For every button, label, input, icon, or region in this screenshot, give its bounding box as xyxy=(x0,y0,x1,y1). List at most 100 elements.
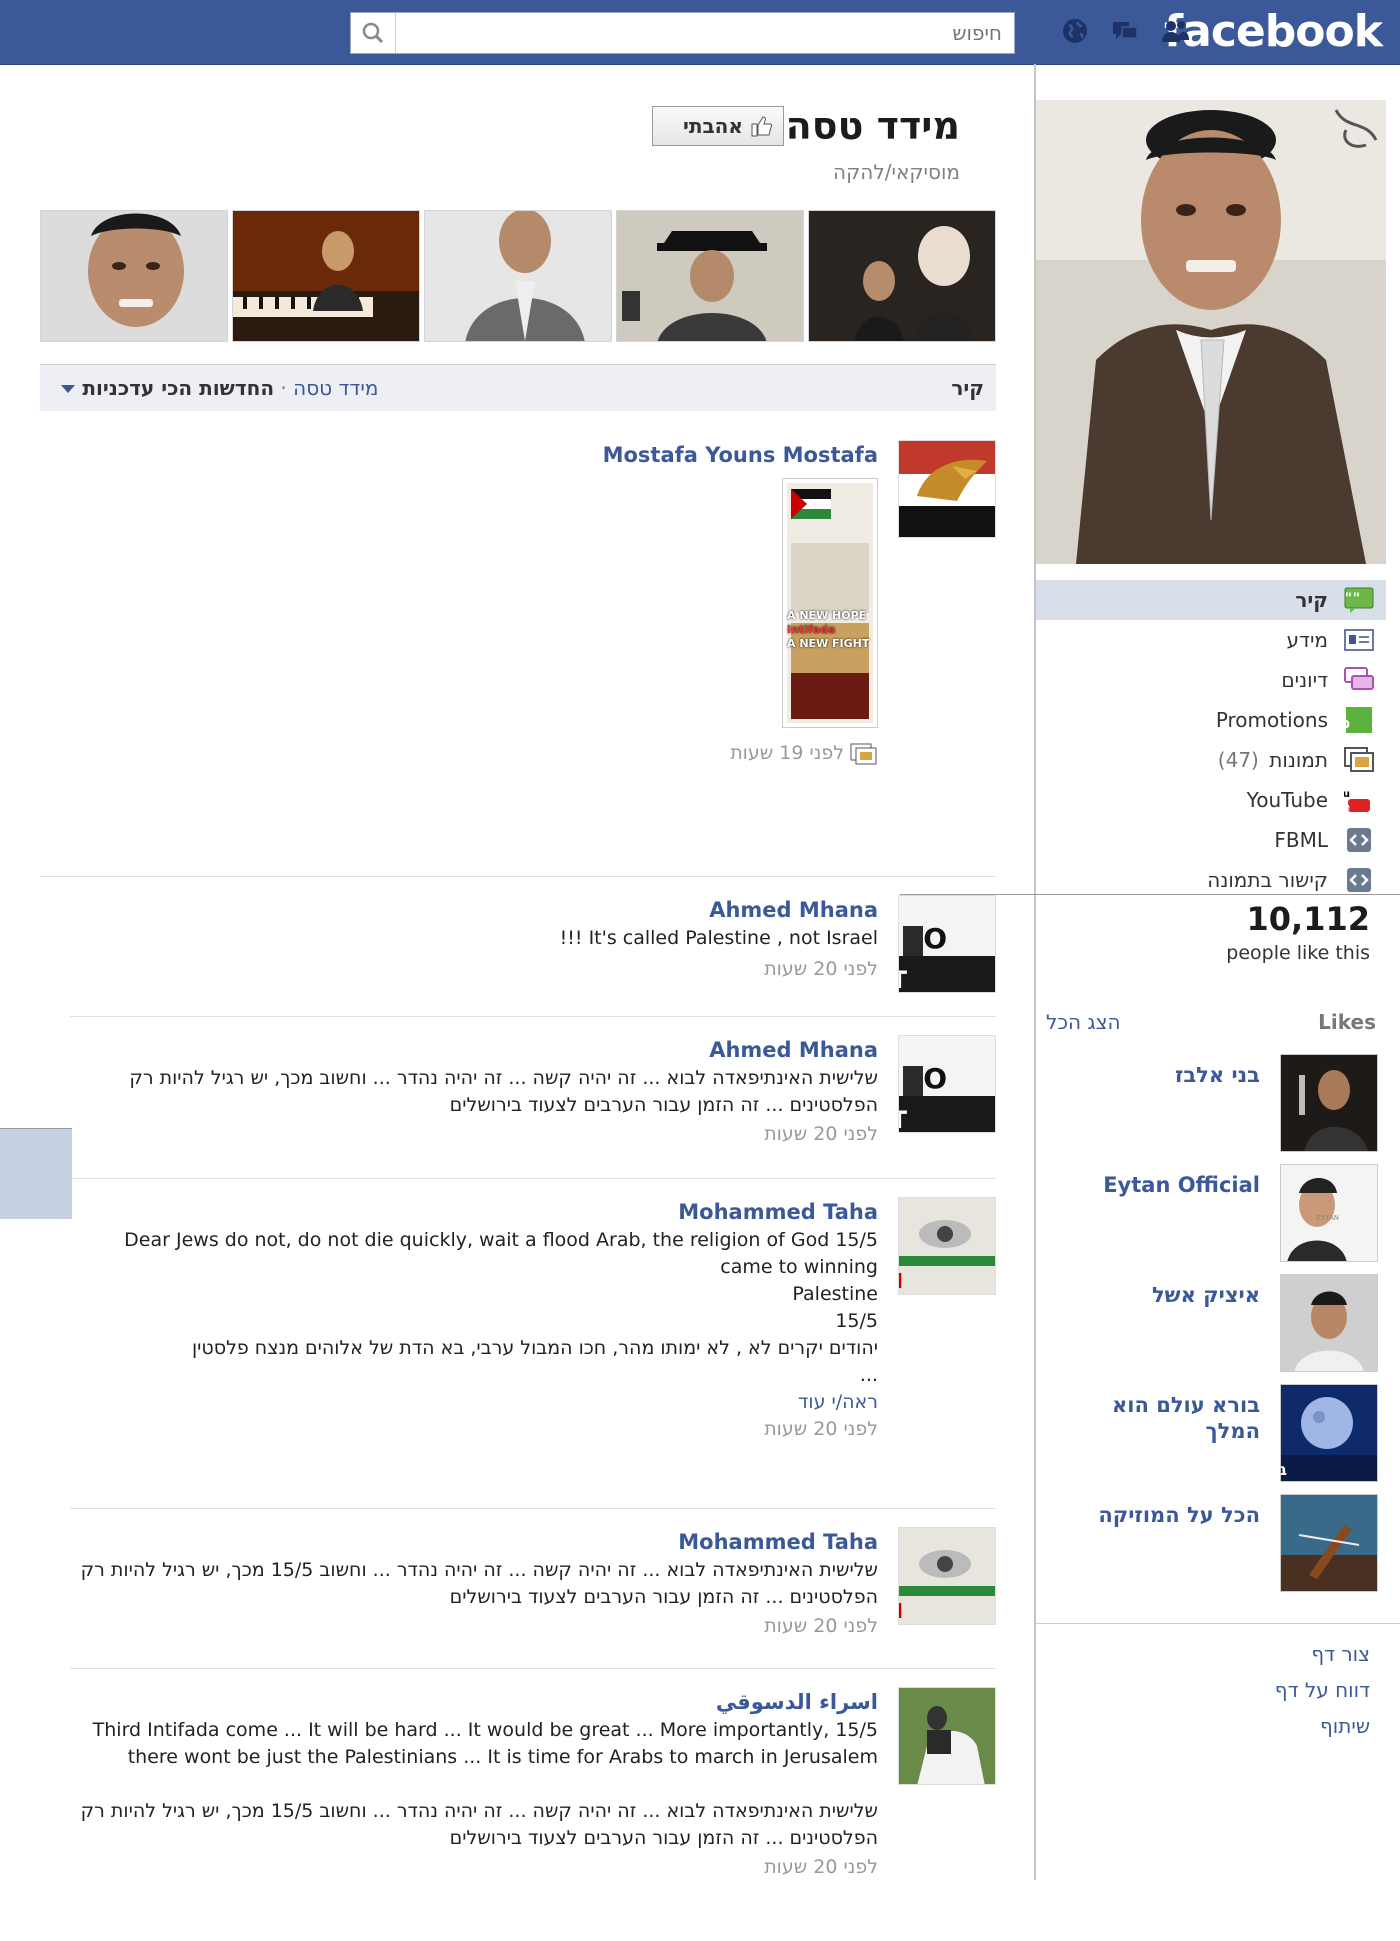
profile-picture[interactable] xyxy=(1036,100,1386,564)
strip-photo[interactable] xyxy=(40,210,228,342)
thumbs-up-icon xyxy=(751,115,773,137)
liked-page-name[interactable]: איציק אשל xyxy=(1060,1282,1260,1308)
wall-filter-name[interactable]: מידד טסה xyxy=(293,376,378,400)
info-icon xyxy=(1344,627,1374,653)
post-author[interactable]: Mostafa Youns Mostafa xyxy=(40,440,878,470)
post-body: اسراء الدسوقي 15/5 Third Intifada come .… xyxy=(70,1687,878,1881)
liked-page-image[interactable]: בורא עולם xyxy=(1280,1384,1378,1482)
post-body: Mostafa Youns Mostafa A NEW HOPE Intifad… xyxy=(40,440,878,767)
liked-page[interactable]: הכל על המוזיקה xyxy=(1046,1494,1378,1592)
photo-strip xyxy=(40,210,996,342)
post-avatar[interactable]: FREEDOFOPALEST xyxy=(898,895,996,993)
like-button-label: אהבתי xyxy=(682,114,743,138)
fbml-icon xyxy=(1344,827,1374,853)
strip-photo[interactable] xyxy=(616,210,804,342)
liked-page-name[interactable]: בורא עולם הוא המלך xyxy=(1060,1392,1260,1444)
wall-filter-selected[interactable]: החדשות הכי עדכניות xyxy=(82,376,274,400)
liked-page-image[interactable] xyxy=(1280,1274,1378,1372)
chevron-down-icon xyxy=(61,385,75,393)
wall-title: קיר xyxy=(951,376,984,400)
post-text: שלישית האינתיפאדה לבוא ... זה יהיה קשה .… xyxy=(80,1559,878,1608)
liked-page-name[interactable]: הכל על המוזיקה xyxy=(1060,1502,1260,1528)
see-all-link[interactable]: הצג הכל xyxy=(1046,1010,1121,1034)
wall-post: Mostafa Youns Mostafa A NEW HOPE Intifad… xyxy=(40,440,996,840)
liked-page[interactable]: בורא עולם בורא עולם הוא המלך xyxy=(1046,1384,1378,1482)
liked-page-name[interactable]: Eytan Official xyxy=(1060,1172,1260,1198)
sidebar-item-label: YouTube xyxy=(1246,788,1328,812)
svg-text:": " xyxy=(1353,591,1360,607)
post-author[interactable]: Ahmed Mhana xyxy=(40,895,878,925)
sidebar-item-fbml[interactable]: FBML xyxy=(1036,820,1386,860)
post-avatar[interactable]: الانتفاضة xyxy=(898,1197,996,1295)
sidebar-item-label: תמונות (47) xyxy=(1217,748,1328,772)
wall-filter[interactable]: מידד טסה · החדשות הכי עדכניות xyxy=(60,376,378,400)
liked-page-name[interactable]: בני אלבז xyxy=(1060,1062,1260,1088)
report-page-link[interactable]: דווח על דף xyxy=(1275,1672,1370,1708)
post-timestamp[interactable]: לפני 20 שעות xyxy=(70,1416,878,1443)
likes-header: Likes הצג הכל xyxy=(1046,1010,1376,1036)
post-timestamp[interactable]: לפני 20 שעות xyxy=(70,1854,878,1881)
post-body: Mohammed Taha שלישית האינתיפאדה לבוא ...… xyxy=(70,1527,878,1640)
liked-page-image[interactable] xyxy=(1280,1494,1378,1592)
search-button[interactable] xyxy=(351,13,396,53)
post-text: It's called Palestine , not Israel !!! xyxy=(559,927,878,949)
post-author[interactable]: اسراء الدسوقي xyxy=(70,1687,878,1717)
page-footer-links: צור דף דווח על דף שיתוף xyxy=(1275,1636,1370,1744)
messages-icon[interactable] xyxy=(1110,16,1140,46)
likes-count: 10,112 xyxy=(1246,900,1370,938)
search-input[interactable] xyxy=(410,17,1004,49)
sidebar-item-info[interactable]: מידע xyxy=(1036,620,1386,660)
liked-page[interactable]: בני אלבז xyxy=(1046,1054,1378,1152)
svg-text:FREEDO: FREEDO xyxy=(898,900,899,921)
left-edge-panel xyxy=(0,1128,72,1219)
photo-post-icon xyxy=(850,743,877,764)
likes-count-label: people like this xyxy=(1226,942,1370,964)
sidebar-item-wall[interactable]: " " קיר xyxy=(1036,580,1386,620)
likes-divider xyxy=(1036,1623,1400,1624)
post-avatar[interactable]: FREEDOFOPALEST xyxy=(898,1035,996,1133)
sidebar-item-youtube[interactable]: YouTube YouTube xyxy=(1036,780,1386,820)
svg-text:בורא עולם: בורא עולם xyxy=(1280,1460,1287,1479)
post-author[interactable]: Mohammed Taha xyxy=(70,1527,878,1557)
wall-post: اسراء الدسوقي 15/5 Third Intifada come .… xyxy=(70,1668,996,1941)
liked-page-image[interactable]: EYTAN xyxy=(1280,1164,1378,1262)
strip-photo[interactable] xyxy=(232,210,420,342)
wall-post: الانتفاضة Mohammed Taha 15/5 Dear Jews d… xyxy=(70,1178,996,1509)
liked-page[interactable]: EYTAN Eytan Official xyxy=(1046,1164,1378,1262)
liked-page[interactable]: איציק אשל xyxy=(1046,1274,1378,1372)
top-bar: facebook xyxy=(0,0,1400,65)
post-timestamp[interactable]: לפני 20 שעות xyxy=(70,1613,878,1640)
post-timestamp[interactable]: לפני 19 שעות xyxy=(40,740,878,767)
post-timestamp[interactable]: לפני 20 שעות xyxy=(40,956,878,983)
post-author[interactable]: Ahmed Mhana xyxy=(70,1035,878,1065)
sidebar-item-label: קישור בתמונה xyxy=(1207,868,1328,892)
like-button[interactable]: אהבתי xyxy=(652,106,784,146)
post-timestamp[interactable]: לפני 20 שעות xyxy=(70,1121,878,1148)
photos-icon xyxy=(1344,747,1374,773)
sidebar-item-link-in-image[interactable]: קישור בתמונה xyxy=(1036,860,1386,892)
sidebar-item-photos[interactable]: תמונות (47) xyxy=(1036,740,1386,780)
post-avatar[interactable] xyxy=(898,440,996,538)
strip-photo[interactable] xyxy=(424,210,612,342)
sidebar-item-promotions[interactable]: % Promotions xyxy=(1036,700,1386,740)
friend-requests-icon[interactable] xyxy=(1160,16,1190,46)
globe-notifications-icon[interactable] xyxy=(1060,16,1090,46)
svg-text:You: You xyxy=(1344,789,1350,800)
share-link[interactable]: שיתוף xyxy=(1275,1708,1370,1744)
post-avatar[interactable] xyxy=(898,1687,996,1785)
attachment-caption: A NEW HOPE Intifada A NEW FIGHT xyxy=(787,609,870,650)
post-attachment[interactable]: A NEW HOPE Intifada A NEW FIGHT xyxy=(782,478,878,728)
sidebar-item-label: קיר xyxy=(1295,588,1328,612)
post-text: שלישית האינתיפאדה לבוא ... זה יהיה קשה .… xyxy=(129,1067,878,1116)
page-title: מידד טסה xyxy=(785,104,960,148)
notification-jewels xyxy=(1060,16,1200,50)
sidebar-item-discussions[interactable]: דיונים xyxy=(1036,660,1386,700)
strip-photo[interactable] xyxy=(808,210,996,342)
svg-text:": " xyxy=(1345,591,1352,607)
create-page-link[interactable]: צור דף xyxy=(1275,1636,1370,1672)
post-author[interactable]: Mohammed Taha xyxy=(70,1197,878,1227)
liked-page-image[interactable] xyxy=(1280,1054,1378,1152)
page-category[interactable]: מוסיקאי/להקה xyxy=(833,160,960,184)
post-avatar[interactable]: الانتفاضة xyxy=(898,1527,996,1625)
see-more-link[interactable]: ראה/י עוד xyxy=(70,1389,878,1416)
